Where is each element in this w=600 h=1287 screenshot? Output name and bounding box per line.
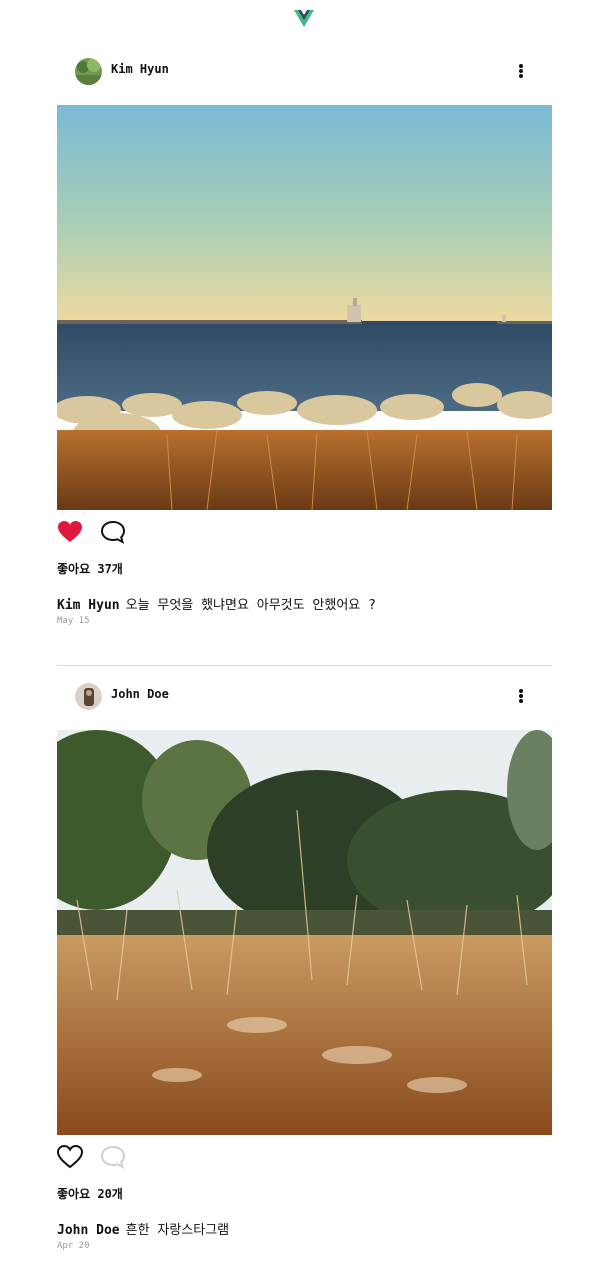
heart-icon[interactable]: [57, 520, 83, 544]
post-card: Kim Hyun 좋아요 37개 Kim Hyun 오늘 무엇을 했냐면요 아무…: [57, 45, 552, 626]
avatar[interactable]: [75, 683, 102, 710]
post-username[interactable]: Kim Hyun: [111, 62, 169, 76]
post-image: [57, 105, 552, 510]
post-header: John Doe: [57, 670, 552, 730]
comment-icon[interactable]: [100, 520, 126, 544]
post-caption: Kim Hyun 오늘 무엇을 했냐면요 아무것도 안했어요 ?: [57, 594, 552, 613]
heart-icon[interactable]: [57, 1145, 83, 1169]
comment-icon[interactable]: [100, 1145, 126, 1169]
more-options-icon[interactable]: [518, 64, 524, 78]
avatar[interactable]: [75, 58, 102, 85]
likes-count: 좋아요 37개: [57, 562, 123, 576]
post-username[interactable]: John Doe: [111, 687, 169, 701]
post-divider: [57, 665, 552, 666]
post-date: May 15: [57, 616, 90, 626]
post-date: Apr 20: [57, 1241, 90, 1251]
post-caption: John Doe 흔한 자랑스타그램: [57, 1219, 552, 1238]
caption-text: 오늘 무엇을 했냐면요 아무것도 안했어요 ?: [125, 598, 376, 613]
post-actions: [57, 1135, 552, 1177]
post-image: [57, 730, 552, 1135]
caption-text: 흔한 자랑스타그램: [125, 1223, 230, 1238]
likes-count: 좋아요 20개: [57, 1187, 123, 1201]
post-card: John Doe 좋아요 20개 John Doe 흔한 자랑스타그램 Apr …: [57, 670, 552, 1251]
caption-username[interactable]: Kim Hyun: [57, 598, 120, 613]
vue-logo-icon: [294, 10, 314, 27]
post-actions: [57, 510, 552, 552]
more-options-icon[interactable]: [518, 689, 524, 703]
post-header: Kim Hyun: [57, 45, 552, 105]
caption-username[interactable]: John Doe: [57, 1223, 120, 1238]
